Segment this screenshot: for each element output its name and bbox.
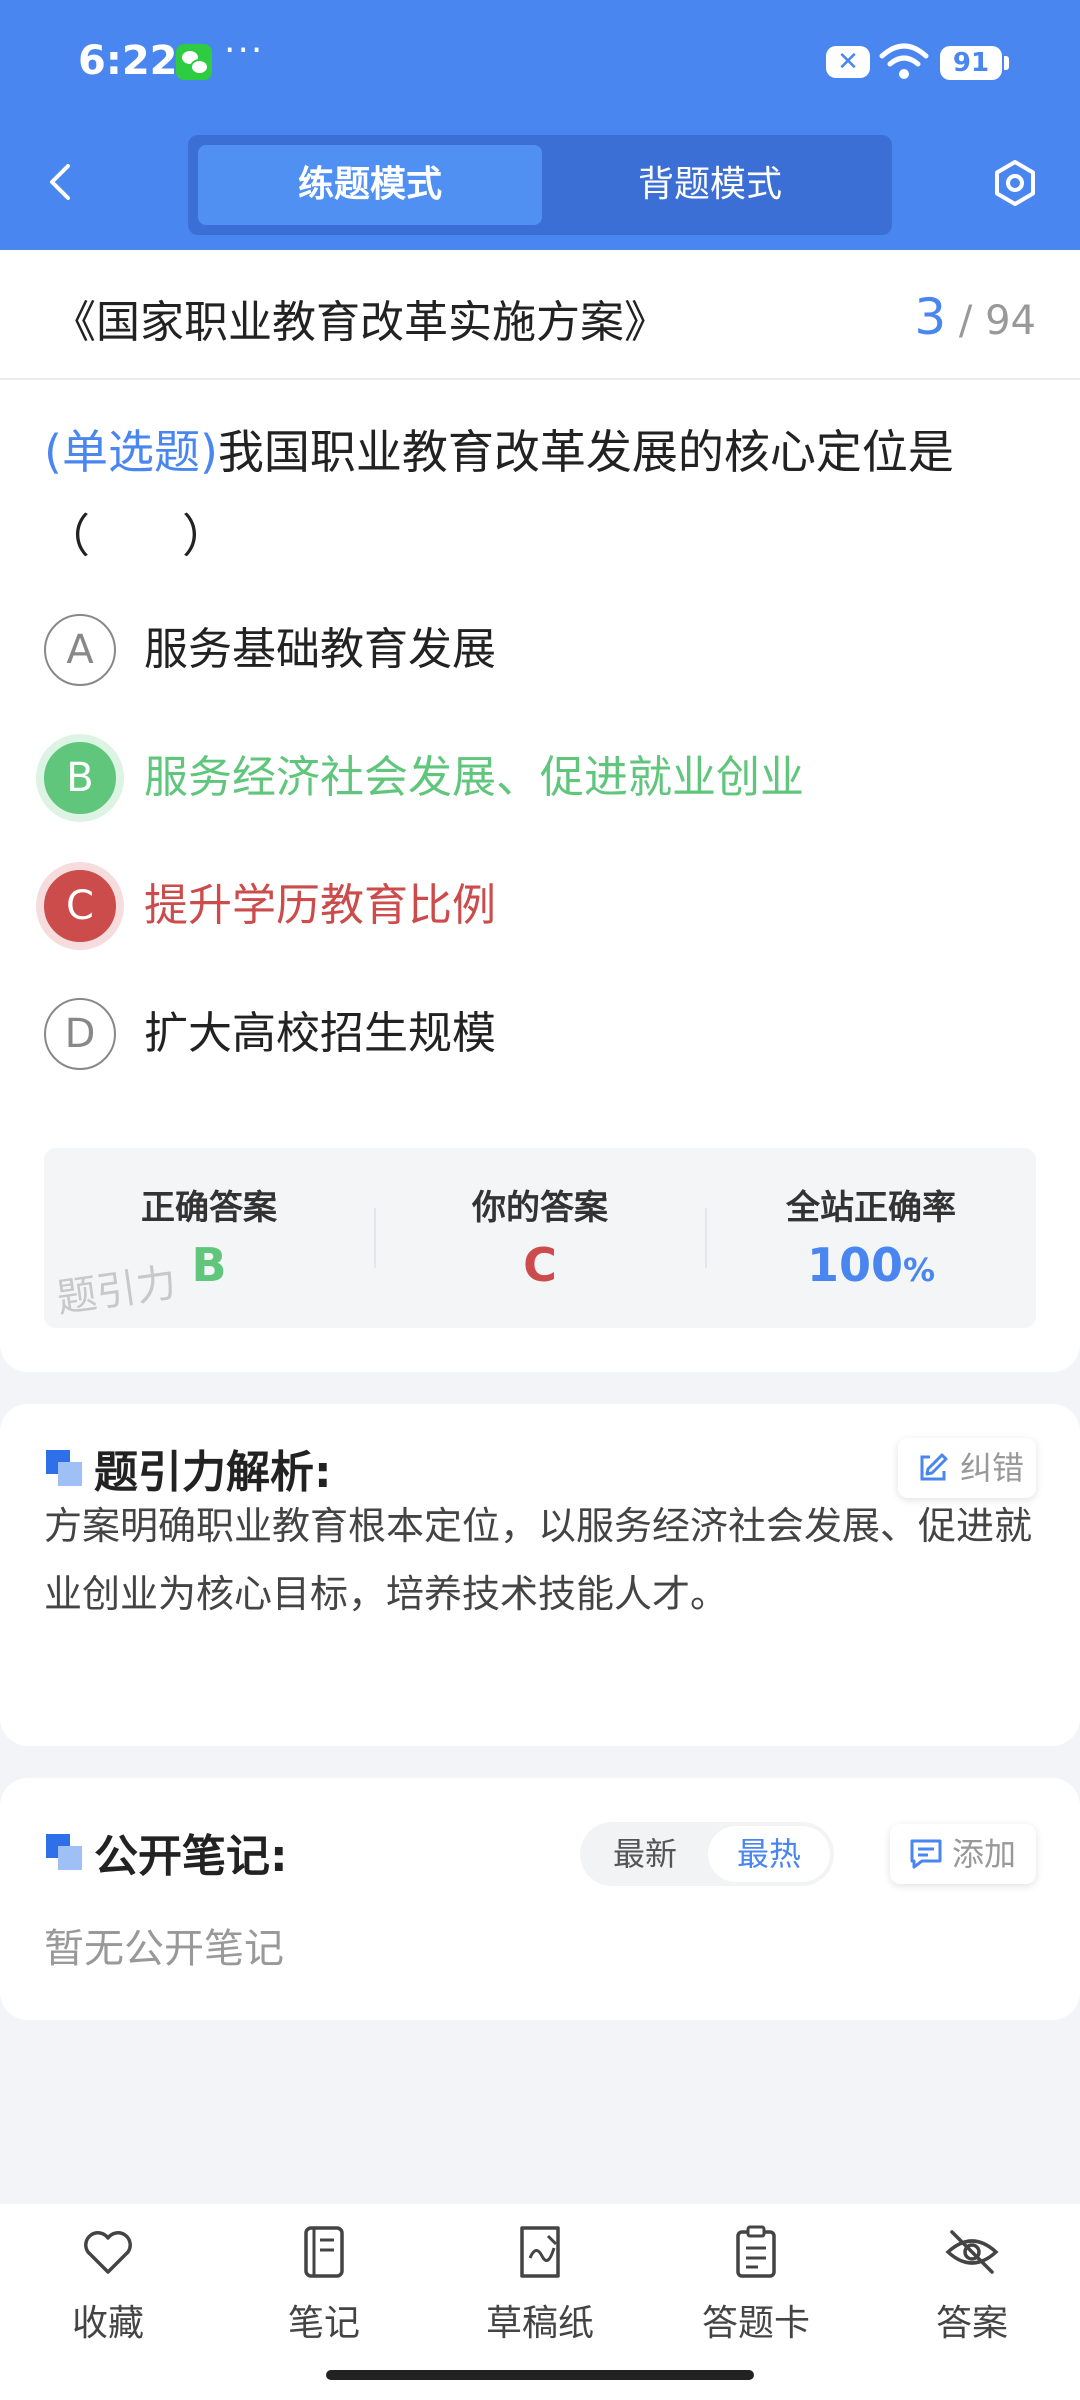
tab-memorize-mode[interactable]: 背题模式 (538, 145, 882, 225)
draft-paper-button[interactable]: 草稿纸 (450, 2224, 630, 2346)
section-icon (46, 1834, 84, 1872)
public-notes-card: 公开笔记: 最新 最热 添加 暂无公开笔记 (0, 1778, 1080, 2020)
site-accuracy-value: 100% (706, 1238, 1036, 1292)
total-questions: / 94 (958, 298, 1036, 344)
current-question-number: 3 (914, 288, 947, 346)
no-notes-text: 暂无公开笔记 (44, 1926, 284, 1972)
status-time: 6:22 (78, 38, 178, 84)
option-letter: A (44, 614, 116, 686)
sort-hottest[interactable]: 最热 (708, 1826, 830, 1882)
option-d[interactable]: D 扩大高校招生规模 (44, 994, 1044, 1074)
question-type: (单选题) (44, 425, 218, 479)
your-answer-label: 你的答案 (472, 1188, 608, 1228)
question-stem: (单选题)我国职业教育改革发展的核心定位是（ ） (44, 410, 1044, 578)
option-b[interactable]: B 服务经济社会发展、促进就业创业 (44, 738, 1044, 818)
document-title-bar: 《国家职业教育改革实施方案》 3 / 94 (0, 250, 1080, 380)
option-text: 服务经济社会发展、促进就业创业 (144, 752, 804, 803)
answer-summary: 正确答案 B 你的答案 C 全站正确率 100% 题引力 (44, 1148, 1036, 1328)
draft-paper-label: 草稿纸 (485, 2303, 594, 2344)
document-title: 《国家职业教育改革实施方案》 (52, 297, 668, 348)
notes-button[interactable]: 笔记 (234, 2224, 414, 2346)
show-answer-label: 答案 (935, 2303, 1008, 2344)
show-answer-button[interactable]: 答案 (882, 2224, 1062, 2346)
notes-label: 笔记 (287, 2303, 360, 2344)
draft-paper-icon (520, 2226, 560, 2278)
your-answer-column: 你的答案 C (375, 1148, 705, 1328)
option-a[interactable]: A 服务基础教育发展 (44, 610, 1044, 690)
section-icon (46, 1450, 84, 1488)
home-indicator[interactable] (326, 2370, 754, 2380)
app-header: 6:22 ··· ✕ 91 练题模式 背题模式 (0, 0, 1080, 250)
your-answer-value: C (523, 1238, 557, 1292)
favorite-label: 收藏 (71, 2303, 144, 2344)
battery-indicator: 91 (940, 46, 1009, 80)
option-letter: D (44, 998, 116, 1070)
answer-card-button[interactable]: 答题卡 (666, 2224, 846, 2346)
notebook-icon (304, 2226, 344, 2278)
report-error-label: 纠错 (960, 1449, 1025, 1487)
answer-card-label: 答题卡 (701, 2303, 810, 2344)
back-icon[interactable] (40, 160, 84, 204)
notes-title: 公开笔记: (94, 1831, 288, 1882)
wifi-icon (879, 43, 929, 79)
option-text: 服务基础教育发展 (144, 624, 496, 675)
analysis-title: 题引力解析: (94, 1447, 332, 1498)
mode-switch: 练题模式 背题模式 (188, 135, 892, 235)
site-accuracy-label: 全站正确率 (786, 1188, 956, 1228)
correct-answer-label: 正确答案 (141, 1188, 277, 1228)
more-notifications-icon: ··· (224, 30, 265, 71)
settings-icon[interactable] (990, 158, 1040, 208)
analysis-card: 题引力解析: 纠错 方案明确职业教育根本定位，以服务经济社会发展、促进就业创业为… (0, 1404, 1080, 1746)
edit-icon (920, 1453, 948, 1481)
eye-off-icon (945, 2230, 999, 2274)
question-card: (单选题)我国职业教育改革发展的核心定位是（ ） A 服务基础教育发展 B 服务… (0, 380, 1080, 1372)
option-letter: C (44, 870, 116, 942)
option-letter: B (44, 742, 116, 814)
sort-latest[interactable]: 最新 (584, 1822, 706, 1886)
add-note-label: 添加 (952, 1835, 1017, 1873)
site-accuracy-column: 全站正确率 100% (706, 1148, 1036, 1328)
mute-icon: ✕ (826, 46, 870, 78)
site-accuracy-number: 100 (806, 1238, 903, 1292)
notes-sort-toggle: 最新 最热 (580, 1822, 834, 1886)
option-c[interactable]: C 提升学历教育比例 (44, 866, 1044, 946)
heart-icon (84, 2231, 132, 2274)
favorite-button[interactable]: 收藏 (18, 2224, 198, 2346)
comment-icon (910, 1839, 942, 1869)
option-text: 扩大高校招生规模 (144, 1008, 496, 1059)
add-note-button[interactable]: 添加 (890, 1824, 1036, 1884)
tab-practice-mode[interactable]: 练题模式 (198, 145, 542, 225)
option-text: 提升学历教育比例 (144, 880, 496, 931)
answer-card-icon (736, 2225, 776, 2278)
site-accuracy-unit: % (902, 1251, 936, 1289)
question-counter[interactable]: 3 / 94 (914, 288, 1036, 346)
analysis-text: 方案明确职业教育根本定位，以服务经济社会发展、促进就业创业为核心目标，培养技术技… (44, 1504, 1033, 1616)
wechat-icon (176, 44, 212, 80)
report-error-button[interactable]: 纠错 (898, 1438, 1036, 1498)
